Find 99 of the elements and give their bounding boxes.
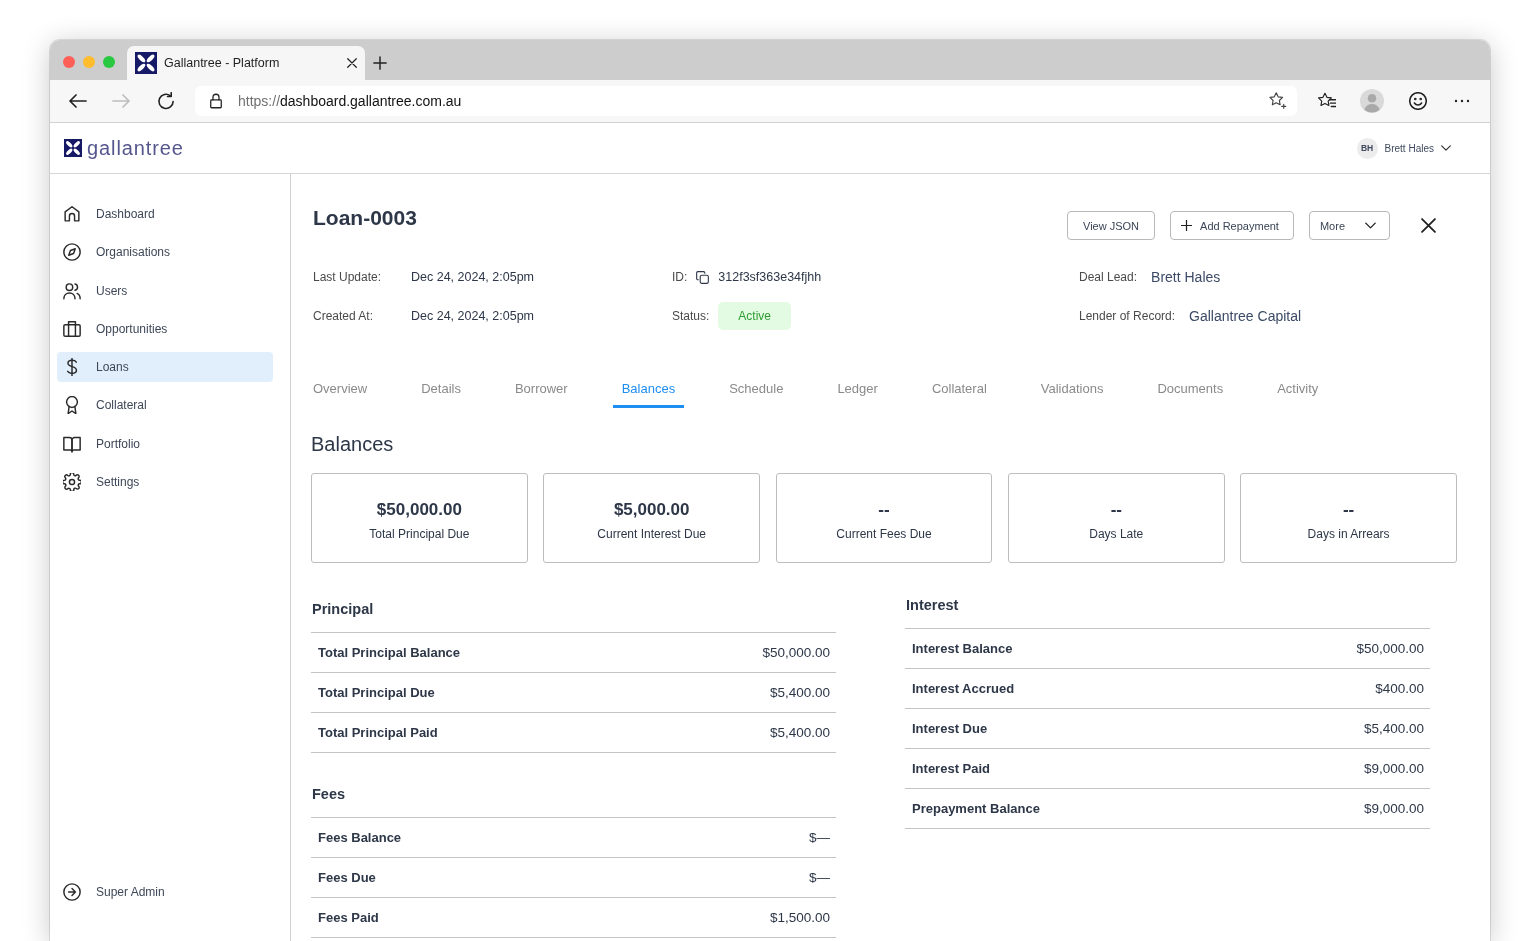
- tab[interactable]: Documents: [1148, 376, 1233, 408]
- logo-icon: [135, 52, 157, 74]
- reload-icon[interactable]: [157, 92, 175, 110]
- card-value: $50,000.00: [376, 499, 462, 520]
- field-label: Lender of Record:: [1079, 309, 1176, 323]
- lock-icon: [210, 93, 222, 109]
- row-value: $400.00: [1375, 681, 1424, 696]
- ribbon-icon: [63, 396, 81, 415]
- sidebar-item[interactable]: Super Admin: [57, 877, 273, 907]
- row-value: $5,400.00: [1363, 721, 1424, 736]
- tab[interactable]: Details: [412, 376, 470, 408]
- row-value: $5,400.00: [769, 725, 830, 740]
- favorites-icon[interactable]: [1318, 92, 1336, 110]
- users-icon: [63, 281, 81, 300]
- row-label: Total Principal Balance: [318, 645, 461, 660]
- status-badge: Active: [718, 302, 792, 330]
- sidebar-item[interactable]: Dashboard: [57, 199, 273, 229]
- field-label: ID:: [672, 270, 688, 284]
- sidebar-item[interactable]: Organisations: [57, 237, 273, 268]
- card-value: --: [1110, 499, 1122, 520]
- logo-text: gallantree: [87, 136, 184, 160]
- sidebar-item[interactable]: Loans: [57, 352, 273, 383]
- row-value: $50,000.00: [1356, 641, 1424, 656]
- section-title: Balances: [311, 432, 395, 457]
- row-value: $9,000.00: [1363, 801, 1424, 816]
- table-title: Interest: [906, 596, 960, 614]
- compass-icon: [63, 243, 81, 262]
- field-value: Dec 24, 2024, 2:05pm: [411, 309, 534, 323]
- row-label: Prepayment Balance: [912, 801, 1040, 816]
- user-name[interactable]: Brett Hales: [1384, 142, 1434, 154]
- settings-icon: [63, 473, 81, 492]
- row-label: Total Principal Due: [318, 685, 435, 700]
- sidebar-item[interactable]: Portfolio: [57, 428, 273, 459]
- menu-button[interactable]: More: [1308, 211, 1390, 240]
- row-value: $1,500.00: [769, 910, 830, 925]
- back-arrow-icon[interactable]: [69, 93, 87, 109]
- field-value: Dec 24, 2024, 2:05pm: [411, 270, 534, 284]
- tab[interactable]: Overview: [304, 376, 377, 408]
- plus-icon[interactable]: [373, 56, 387, 70]
- close-icon[interactable]: [347, 58, 357, 68]
- tab[interactable]: Validations: [1031, 376, 1113, 408]
- row-label: Total Principal Paid: [318, 725, 438, 740]
- row-label: Interest Accrued: [912, 681, 1015, 696]
- field-value: Gallantree Capital: [1189, 308, 1302, 324]
- row-label: Fees Due: [318, 870, 376, 885]
- sidebar-item[interactable]: Settings: [57, 467, 273, 498]
- plus-icon: [1181, 220, 1193, 231]
- row-label: Interest Paid: [912, 761, 991, 776]
- book-icon: [63, 434, 81, 453]
- sidebar-item[interactable]: Collateral: [57, 390, 273, 421]
- card-label: Current Interest Due: [597, 526, 707, 541]
- home-icon: [63, 205, 81, 223]
- row-value: $—: [809, 830, 830, 845]
- field-label: Status:: [672, 309, 710, 323]
- close-icon[interactable]: [1421, 218, 1436, 233]
- table-title: Fees: [312, 785, 347, 803]
- row-value: $9,000.00: [1363, 761, 1424, 776]
- sidebar-item[interactable]: Users: [57, 275, 273, 306]
- avatar-initials: BH: [1356, 137, 1378, 159]
- browser-tab[interactable]: Gallantree - Platform: [127, 46, 365, 80]
- copy-icon[interactable]: [696, 270, 710, 284]
- row-label: Interest Due: [912, 721, 988, 736]
- field-value: 312f3sf363e34fjhh: [718, 270, 822, 284]
- field-label: Created At:: [313, 309, 375, 323]
- field-label: Deal Lead:: [1079, 270, 1138, 284]
- smiley-icon[interactable]: [1409, 92, 1427, 110]
- tab[interactable]: Activity: [1268, 376, 1328, 408]
- tab[interactable]: Collateral: [922, 376, 996, 408]
- logo-icon: [64, 139, 82, 157]
- card-label: Current Fees Due: [836, 526, 932, 541]
- row-value: $—: [809, 870, 830, 885]
- arrow-circle-right-icon: [63, 883, 81, 901]
- tab[interactable]: Ledger: [828, 376, 887, 408]
- briefcase-icon: [63, 319, 81, 338]
- more-icon[interactable]: [1454, 99, 1470, 103]
- row-label: Fees Paid: [318, 910, 379, 925]
- card-value: --: [878, 499, 890, 520]
- tab[interactable]: Borrower: [505, 376, 577, 408]
- row-label: Interest Balance: [912, 641, 1013, 656]
- card-value: --: [1342, 499, 1355, 520]
- card-label: Days Late: [1089, 526, 1144, 541]
- row-value: $50,000.00: [762, 645, 830, 660]
- row-value: $5,400.00: [769, 685, 830, 700]
- card-label: Total Principal Due: [369, 526, 470, 541]
- card-value: $5,000.00: [613, 499, 690, 520]
- address-bar[interactable]: https://dashboard.gallantree.com.au: [195, 86, 1297, 116]
- field-label: Last Update:: [313, 270, 383, 284]
- card-label: Days in Arrears: [1307, 526, 1390, 541]
- tab[interactable]: Schedule: [720, 376, 793, 408]
- chevron-down-icon: [1365, 222, 1376, 229]
- field-value: Brett Hales: [1151, 269, 1221, 285]
- sidebar-item[interactable]: Opportunities: [57, 313, 273, 344]
- star-plus-icon[interactable]: [1269, 92, 1287, 110]
- add-button[interactable]: Add Repayment: [1170, 211, 1294, 240]
- action-button[interactable]: View JSON: [1067, 211, 1156, 240]
- row-label: Fees Balance: [318, 830, 402, 845]
- page-title: Loan-0003: [313, 205, 418, 231]
- chevron-down-icon[interactable]: [1441, 145, 1451, 151]
- table-title: Principal: [312, 600, 375, 618]
